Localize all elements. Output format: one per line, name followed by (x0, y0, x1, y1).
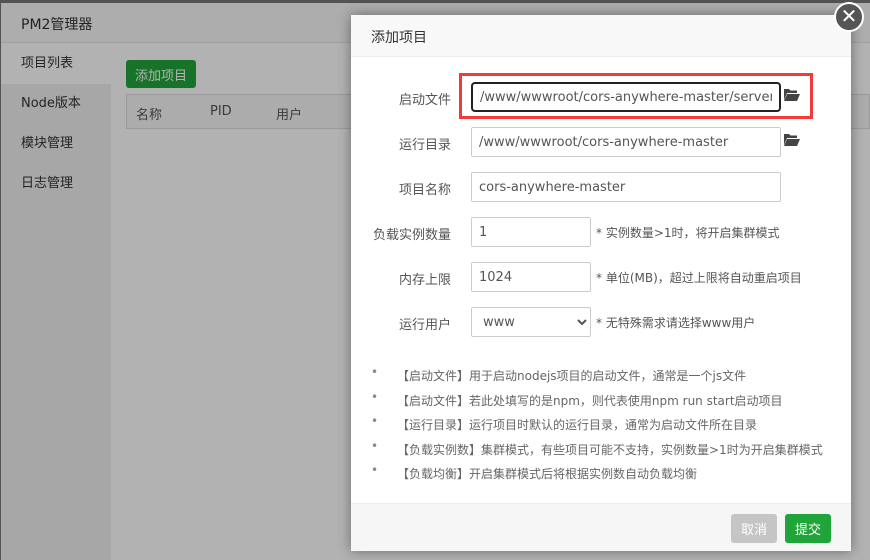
start-file-row: 启动文件 (351, 82, 851, 112)
help-notes: 【启动文件】用于启动nodejs项目的启动文件，通常是一个js文件 【启动文件】… (371, 365, 823, 490)
note-item: 【启动文件】若此处填写的是npm，则代表使用npm run start启动项目 (371, 390, 823, 417)
start-file-input[interactable] (471, 82, 781, 112)
user-row: 运行用户 www * 无特殊需求请选择www用户 (351, 307, 851, 337)
note-item: 【启动文件】用于启动nodejs项目的启动文件，通常是一个js文件 (371, 365, 823, 392)
project-name-label: 项目名称 (398, 183, 451, 198)
memory-label: 内存上限 (398, 273, 451, 288)
run-dir-row: 运行目录 (351, 127, 851, 157)
memory-hint: * 单位(MB)，超过上限将自动重启项目 (596, 271, 802, 285)
folder-open-icon[interactable] (784, 133, 800, 146)
user-label: 运行用户 (398, 318, 451, 333)
close-icon[interactable]: ✕ (834, 2, 864, 32)
start-file-label: 启动文件 (398, 93, 451, 108)
note-item: 【运行目录】运行项目时默认的运行目录，通常为启动文件所在目录 (371, 414, 823, 441)
run-dir-label: 运行目录 (398, 138, 451, 153)
memory-input[interactable] (471, 262, 591, 292)
instances-label: 负载实例数量 (372, 228, 451, 243)
instances-hint: * 实例数量>1时，将开启集群模式 (596, 226, 780, 240)
add-project-dialog: 添加项目 启动文件 运行目录 项目名称 负载实例数量 * 实例数量>1时，将开启… (351, 15, 851, 551)
cancel-button[interactable]: 取消 (731, 514, 777, 543)
note-item: 【负载实例数】集群模式，有些项目可能不支持，实例数量>1时为开启集群模式 (371, 439, 823, 466)
project-name-input[interactable] (471, 172, 781, 202)
instances-row: 负载实例数量 * 实例数量>1时，将开启集群模式 (351, 217, 851, 247)
dialog-title: 添加项目 (351, 15, 851, 57)
memory-row: 内存上限 * 单位(MB)，超过上限将自动重启项目 (351, 262, 851, 292)
instances-input[interactable] (471, 217, 591, 247)
user-hint: * 无特殊需求请选择www用户 (596, 316, 756, 330)
submit-button[interactable]: 提交 (785, 514, 831, 543)
run-dir-input[interactable] (471, 127, 781, 157)
dialog-footer: 取消 提交 (351, 503, 851, 551)
user-select[interactable]: www (471, 307, 591, 337)
project-name-row: 项目名称 (351, 172, 851, 202)
folder-open-icon[interactable] (784, 88, 800, 101)
note-item: 【负载均衡】开启集群模式后将根据实例数自动负载均衡 (371, 463, 823, 490)
